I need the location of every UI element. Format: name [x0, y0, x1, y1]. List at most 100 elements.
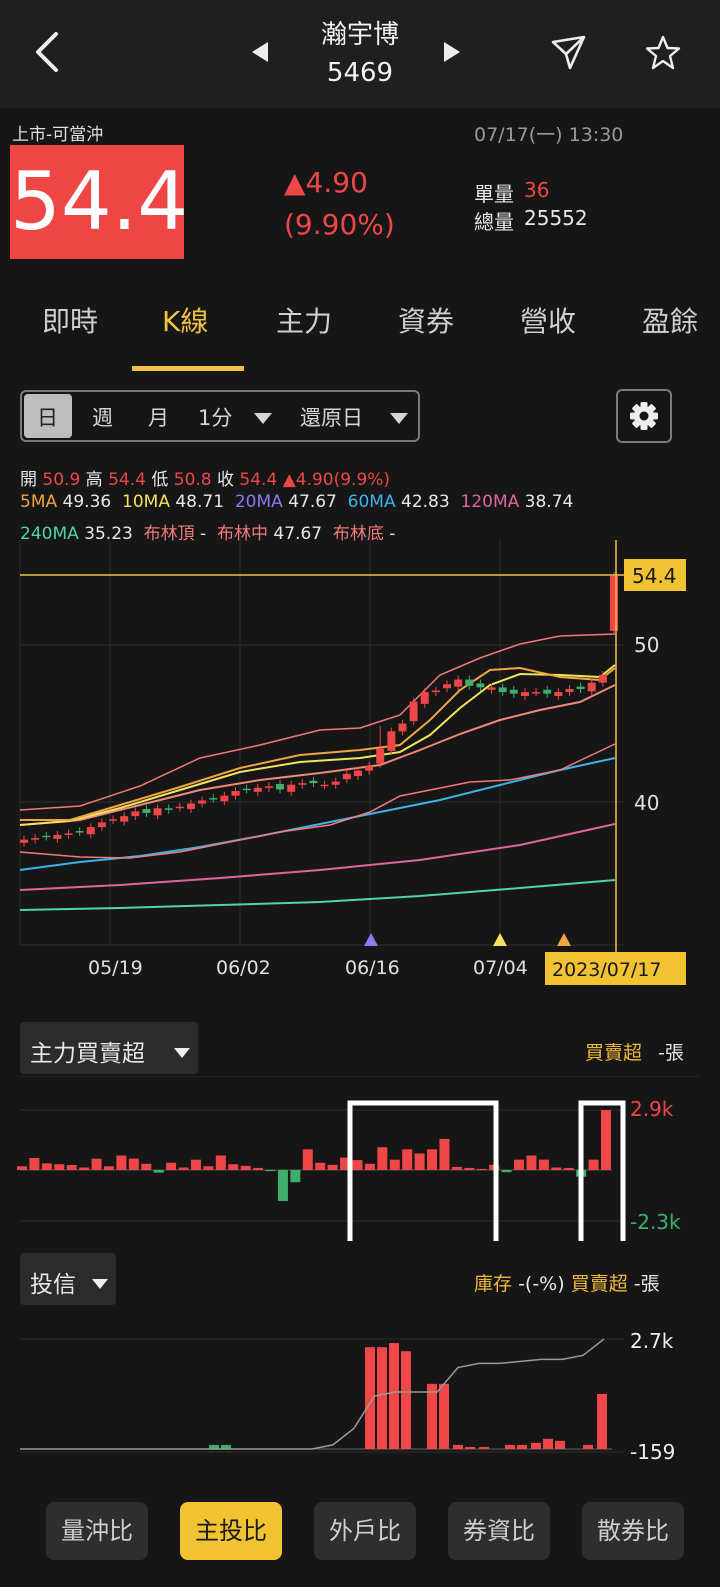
ratio-foreign-button[interactable]: 外戶比: [314, 1502, 416, 1560]
price-change: ▲4.90: [284, 166, 368, 199]
candle-body: [543, 689, 552, 694]
tab-realtime[interactable]: 即時: [42, 300, 98, 340]
tab-earnings[interactable]: 盈餘: [642, 300, 698, 340]
favorite-star-icon[interactable]: [644, 34, 682, 72]
candle-body: [75, 831, 84, 833]
ma20-value: 47.67: [288, 492, 337, 512]
event-marker-orange: [557, 933, 571, 946]
candle-body: [587, 682, 596, 692]
chevron-down-icon: [390, 410, 408, 429]
ratio-major-trust-button[interactable]: 主投比: [180, 1502, 282, 1560]
tab-margin[interactable]: 資券: [398, 300, 454, 340]
back-icon[interactable]: [30, 30, 70, 74]
period-month-button[interactable]: 月: [148, 402, 169, 432]
candle-body: [610, 575, 618, 631]
major-players-bar: [514, 1159, 525, 1170]
candle-body: [342, 773, 351, 780]
candle-body: [487, 687, 496, 690]
major-players-bar: [588, 1159, 599, 1170]
subpanel2-max-label: 2.7k: [630, 1329, 674, 1353]
candle-body: [565, 688, 574, 693]
candle-body: [309, 780, 318, 784]
candle-body: [20, 839, 28, 843]
ma5-label: 5MA: [20, 492, 58, 512]
major-players-bar: [327, 1164, 338, 1170]
major-players-bar: [215, 1155, 226, 1170]
subpanel2-unit: -張: [633, 1273, 660, 1295]
major-players-bar: [315, 1162, 326, 1170]
candle-body: [420, 692, 429, 704]
major-players-bar: [451, 1166, 462, 1170]
next-stock-icon[interactable]: [440, 40, 464, 64]
major-players-bar: [153, 1170, 164, 1173]
market-tag: 上市-可當沖: [12, 125, 104, 145]
major-players-bar: [265, 1170, 276, 1172]
single-volume: 36: [524, 178, 550, 202]
event-marker-purple: [364, 933, 378, 946]
ratio-volume-button[interactable]: 量沖比: [46, 1502, 148, 1560]
major-players-bar: [427, 1149, 438, 1170]
candle-body: [554, 692, 563, 697]
candle-body: [209, 798, 218, 800]
low-value: 50.8: [173, 470, 212, 490]
gear-icon: [630, 402, 658, 430]
major-players-bar: [66, 1165, 77, 1170]
candle-body: [320, 784, 329, 787]
candle-body: [532, 692, 541, 694]
candle-body: [443, 684, 452, 689]
candle-body: [509, 689, 518, 694]
candle-body: [476, 683, 485, 688]
candle-body: [520, 692, 529, 697]
major-players-bar: [439, 1138, 450, 1170]
share-icon[interactable]: [550, 34, 588, 72]
candle-body: [164, 808, 173, 810]
candle-body: [186, 803, 195, 810]
investment-trust-chart[interactable]: 2.7k -159: [0, 1306, 720, 1476]
investment-trust-bar: [439, 1383, 449, 1449]
major-players-bar: [41, 1163, 52, 1170]
ma120-value: 38.74: [524, 492, 574, 512]
major-players-bar: [228, 1164, 239, 1170]
investment-trust-bar: [517, 1444, 527, 1449]
tab-kline[interactable]: K線: [162, 300, 208, 340]
close-value: 54.4: [239, 470, 278, 490]
candle-body: [242, 788, 251, 791]
tab-revenue[interactable]: 營收: [520, 300, 576, 340]
subpanel1-unit: -張: [658, 1042, 684, 1064]
close-label: 收: [217, 470, 235, 490]
open-label: 開: [20, 470, 37, 490]
period-minute-dropdown[interactable]: 1分: [198, 402, 232, 432]
major-players-bar: [302, 1149, 313, 1170]
major-players-bar: [277, 1170, 288, 1202]
ma60-line: [19, 757, 616, 871]
chevron-down-icon: [92, 1275, 108, 1294]
candle-body: [353, 770, 362, 777]
ratio-retail-button[interactable]: 散券比: [582, 1502, 684, 1560]
major-players-bar: [563, 1167, 574, 1170]
ma10-label: 10MA: [122, 492, 170, 512]
major-players-bar: [253, 1167, 264, 1170]
restore-dropdown[interactable]: 還原日: [300, 402, 363, 432]
major-players-bar: [526, 1155, 537, 1170]
subpanel2-legend: 庫存 -(-%) 買賣超 -張: [474, 1269, 660, 1296]
candle-body: [576, 686, 585, 689]
kline-chart[interactable]: 54.4 50 40 05/19 06/02 06/16 07/04 2023/…: [0, 540, 720, 1000]
major-players-chart[interactable]: 2.9k -2.3k: [0, 1076, 720, 1241]
tab-major-players[interactable]: 主力: [276, 300, 332, 340]
major-players-bar: [414, 1153, 425, 1170]
y-tick-50: 50: [634, 633, 659, 657]
major-players-bar: [116, 1155, 127, 1170]
period-week-button[interactable]: 週: [92, 402, 113, 432]
settings-button[interactable]: [616, 389, 672, 443]
investment-trust-bar: [583, 1444, 593, 1449]
x-tick-0519: 05/19: [88, 957, 143, 979]
ratio-short-margin-button[interactable]: 券資比: [448, 1502, 550, 1560]
candle-body: [109, 819, 118, 821]
candle-body: [298, 783, 307, 785]
candle-body: [598, 674, 607, 683]
price-change-pct: (9.90%): [284, 208, 395, 241]
x-tick-0602: 06/02: [216, 957, 271, 979]
ma20-label: 20MA: [234, 492, 283, 512]
investment-trust-bar: [531, 1442, 541, 1449]
major-players-bar: [103, 1166, 114, 1170]
